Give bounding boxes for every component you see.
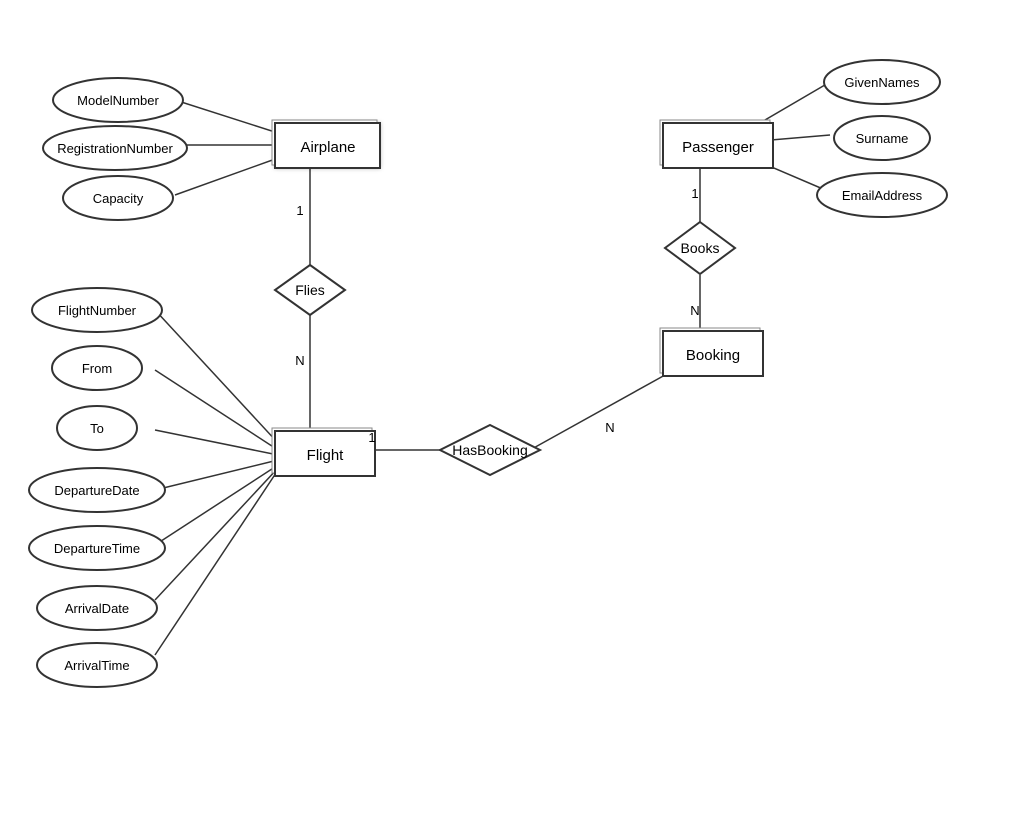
flightnumber-attr: FlightNumber [58,303,137,318]
books-relationship-label: Books [681,240,720,256]
capacity-attr: Capacity [93,191,144,206]
arrivaldate-attr: ArrivalDate [65,601,129,616]
cardinality-hasbooking-booking: N [605,420,614,435]
flight-entity-label: Flight [307,447,345,464]
passenger-entity-label: Passenger [682,139,754,156]
arrivaltime-attr: ArrivalTime [64,658,129,673]
cardinality-passenger-books: 1 [691,186,698,201]
from-attr: From [82,361,112,376]
surname-attr: Surname [856,131,909,146]
departuretime-attr: DepartureTime [54,541,140,556]
departuredate-attr: DepartureDate [54,483,139,498]
registrationnumber-attr: RegistrationNumber [57,141,173,156]
booking-entity-label: Booking [686,347,740,364]
er-diagram: Airplane Flight Passenger Booking Flies … [0,0,1024,833]
emailaddress-attr: EmailAddress [842,188,923,203]
modelnumber-attr: ModelNumber [77,93,159,108]
cardinality-airplane-flies: 1 [296,203,303,218]
cardinality-flight-hasbooking: 1 [368,430,375,445]
to-attr: To [90,421,104,436]
givennames-attr: GivenNames [844,75,920,90]
airplane-entity-label: Airplane [300,139,355,156]
cardinality-flies-flight: N [295,353,304,368]
cardinality-books-booking: N [690,303,699,318]
flies-relationship-label: Flies [295,282,325,298]
hasbooking-relationship-label: HasBooking [452,442,528,458]
